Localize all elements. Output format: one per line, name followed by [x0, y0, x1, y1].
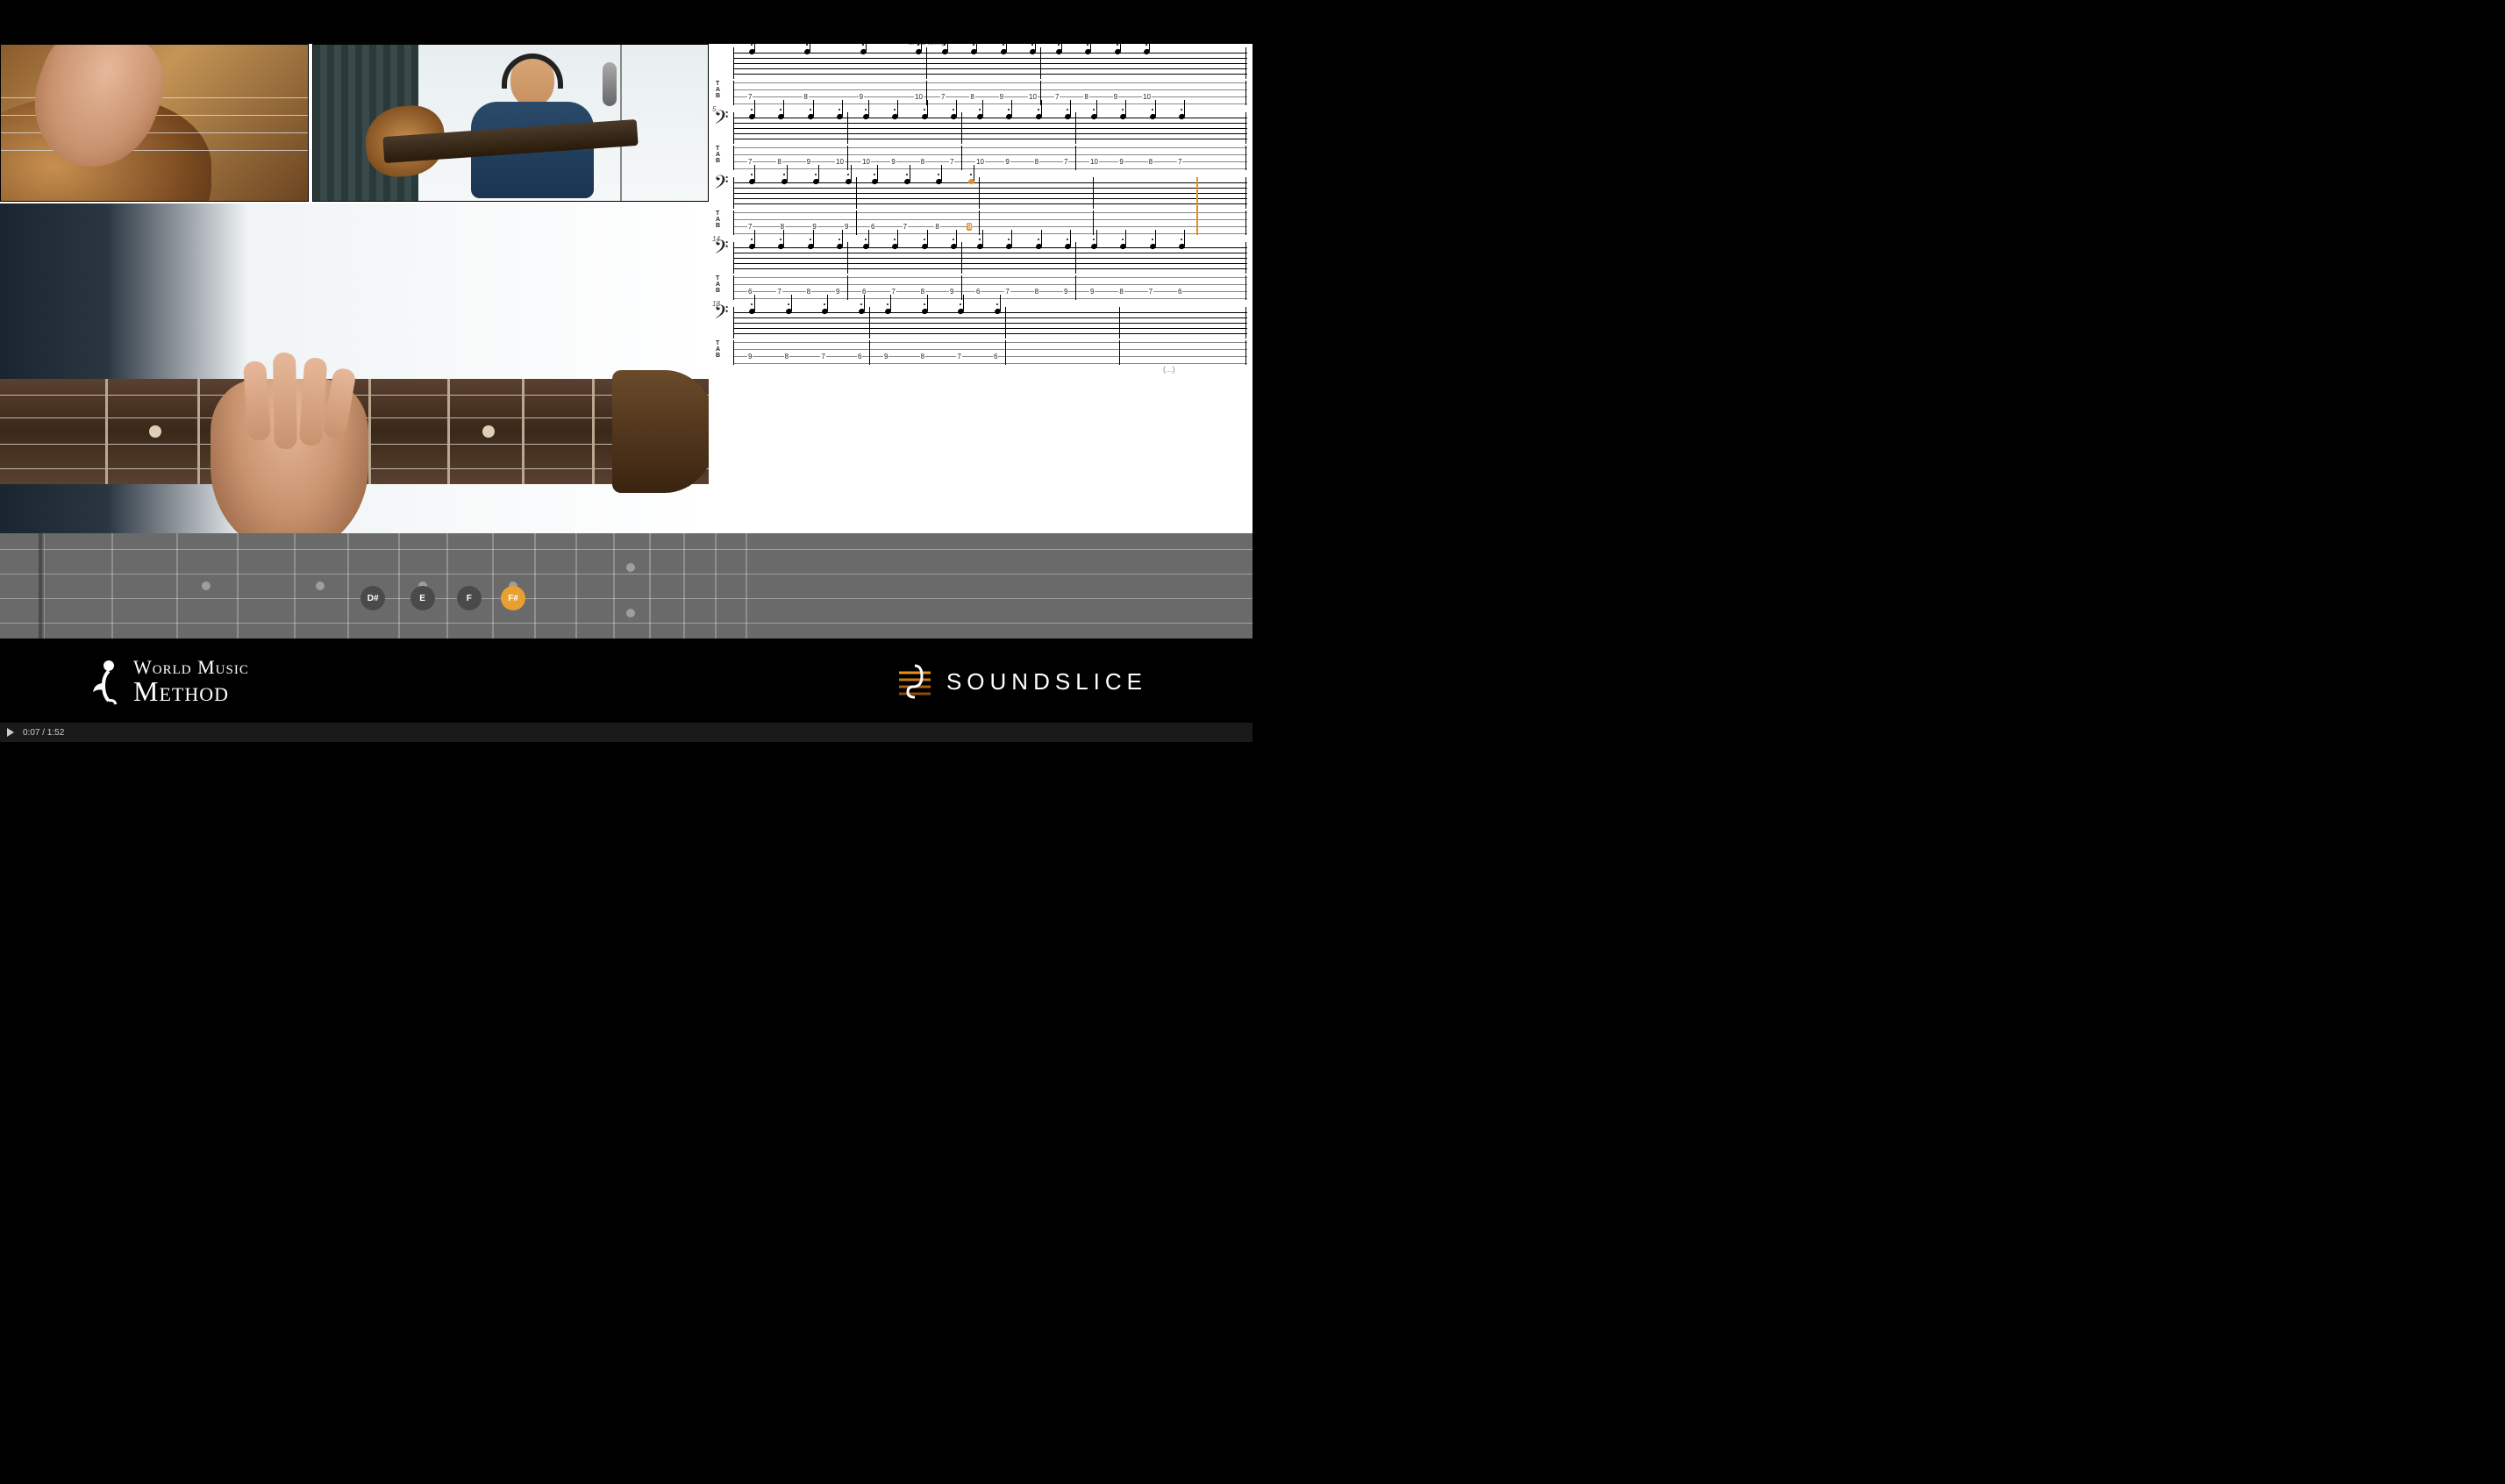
- video-feed-picking-hand: [0, 44, 309, 202]
- tab-number: 8: [1148, 158, 1153, 166]
- tab-number: 8: [1118, 288, 1124, 296]
- tab-number: 8: [1034, 158, 1039, 166]
- tab-number: 9: [883, 353, 889, 360]
- tab-number: 6: [857, 353, 862, 360]
- tab-number: 8: [920, 158, 925, 166]
- tab-number: 6: [975, 288, 981, 296]
- tab-number: 9: [949, 288, 954, 296]
- notation-playhead: [1196, 177, 1198, 235]
- tab-number: 9: [999, 93, 1004, 101]
- tab-number: 9: [1063, 288, 1068, 296]
- fretboard-note[interactable]: D#: [360, 586, 385, 610]
- tab-number: 8: [803, 93, 808, 101]
- tab-clef-icon: TAB: [716, 146, 719, 164]
- tab-number: 10: [914, 93, 924, 101]
- branding-bar: World Music Method SOUNDSLICE: [0, 640, 1252, 723]
- tab-number: 8: [920, 353, 925, 360]
- notation-system: EADG tuning TAB 7 8 9 10 7 8 9 10 7 8 9 10: [714, 47, 1247, 105]
- tab-number: 10: [861, 158, 871, 166]
- wmm-text-line2: Method: [133, 677, 249, 705]
- tab-number: 10: [975, 158, 985, 166]
- playback-time: 0:07 / 1:52: [23, 728, 64, 738]
- tab-clef-icon: TAB: [716, 81, 719, 99]
- tab-number: 6: [1177, 288, 1182, 296]
- tab-number: 6: [747, 288, 753, 296]
- tab-number: 9: [1004, 158, 1010, 166]
- bass-clef-icon: 𝄢: [714, 174, 729, 196]
- soundslice-icon: [896, 662, 934, 701]
- tab-number: 10: [835, 158, 845, 166]
- tab-clef-icon: TAB: [716, 340, 719, 359]
- tab-number: 9: [835, 288, 840, 296]
- tab-number: 7: [747, 158, 753, 166]
- tab-number: 7: [1063, 158, 1068, 166]
- tab-number: 7: [1004, 288, 1010, 296]
- soundslice-logo: SOUNDSLICE: [896, 662, 1147, 701]
- tab-number: 10: [1028, 93, 1038, 101]
- video-feed-studio: [312, 44, 709, 202]
- tab-number: 7: [820, 353, 825, 360]
- tab-clef-icon: TAB: [716, 210, 719, 229]
- notation-system: 5𝄢TAB78910109871098710987: [714, 112, 1247, 170]
- tab-number: 9: [1089, 288, 1095, 296]
- wmm-text-line1: World Music: [133, 658, 249, 677]
- tab-number: 9: [859, 93, 864, 101]
- tab-number: 8: [1034, 288, 1039, 296]
- tab-number: 9: [806, 158, 811, 166]
- tab-number: 7: [890, 288, 896, 296]
- tab-clef-icon: TAB: [716, 275, 719, 294]
- tab-number: 7: [1177, 158, 1182, 166]
- tuning-label: EADG tuning: [909, 44, 945, 46]
- video-controls[interactable]: 0:07 / 1:52: [0, 723, 1252, 742]
- play-icon[interactable]: [7, 728, 14, 737]
- video-feed-fretting-hand: [0, 203, 709, 533]
- bass-clef-icon: 𝄢: [714, 239, 729, 261]
- main-content: EADG tuningTAB7891078910789105𝄢TAB789101…: [0, 44, 1252, 533]
- tab-number: 7: [949, 158, 954, 166]
- tab-number: 8: [920, 288, 925, 296]
- fretboard-note[interactable]: E: [410, 586, 435, 610]
- tab-number: 7: [956, 353, 961, 360]
- tab-number: 7: [747, 93, 753, 101]
- tab-number: 7: [1054, 93, 1060, 101]
- ellipsis-label: (...): [1163, 365, 1175, 374]
- tab-number: 9: [1113, 93, 1118, 101]
- tab-number: 8: [776, 158, 781, 166]
- bass-clef-icon: 𝄢: [714, 303, 729, 326]
- tab-number: 9: [1118, 158, 1124, 166]
- world-music-method-logo: World Music Method: [88, 657, 249, 706]
- wmm-icon: [88, 657, 123, 706]
- tab-number: 8: [969, 93, 974, 101]
- tab-number: 6: [993, 353, 998, 360]
- tab-number: 10: [1142, 93, 1152, 101]
- tab-number: 8: [806, 288, 811, 296]
- tab-number: 7: [776, 288, 781, 296]
- tab-number: 8: [1083, 93, 1088, 101]
- tab-number: 9: [890, 158, 896, 166]
- fretboard-note[interactable]: F#: [501, 586, 525, 610]
- tab-number: 7: [1148, 288, 1153, 296]
- tab-number: 10: [1089, 158, 1099, 166]
- notation-system: 18𝄢TAB98769876(...): [714, 307, 1247, 365]
- notation-system: 14𝄢TAB6789678967899876: [714, 242, 1247, 300]
- video-panel[interactable]: [0, 44, 709, 533]
- tab-number: 9: [747, 353, 753, 360]
- soundslice-text: SOUNDSLICE: [946, 668, 1147, 696]
- fretboard-note[interactable]: F: [457, 586, 482, 610]
- tab-number: 8: [784, 353, 789, 360]
- bass-clef-icon: 𝄢: [714, 109, 729, 132]
- tab-number: 7: [940, 93, 946, 101]
- notation-system: 𝄢TAB78996789: [714, 177, 1247, 235]
- fretboard-visualizer[interactable]: D# EF F#: [0, 533, 1252, 639]
- notation-panel[interactable]: EADG tuningTAB7891078910789105𝄢TAB789101…: [709, 44, 1252, 533]
